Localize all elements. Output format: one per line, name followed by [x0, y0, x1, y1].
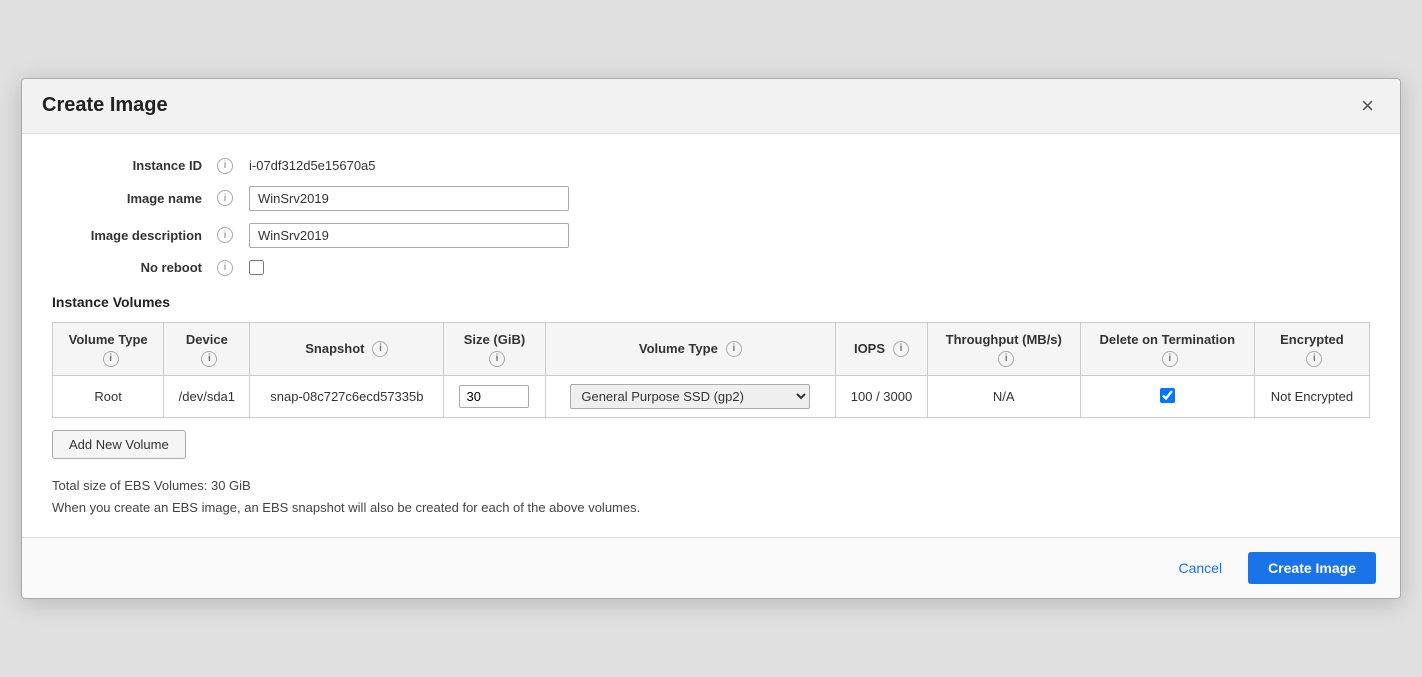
dialog-footer: Cancel Create Image — [22, 537, 1400, 598]
image-desc-input[interactable] — [249, 223, 569, 248]
th-device: Device i — [164, 322, 250, 375]
instance-id-value: i-07df312d5e15670a5 — [249, 158, 376, 173]
th-encrypted: Encrypted i — [1254, 322, 1369, 375]
th-delete-on-termination: Delete on Termination i — [1080, 322, 1254, 375]
no-reboot-row: No reboot i — [52, 260, 1370, 276]
no-reboot-label: No reboot — [52, 260, 212, 275]
cell-snapshot: snap-08c727c6ecd57335b — [250, 376, 444, 418]
volume-type-select[interactable]: General Purpose SSD (gp2)General Purpose… — [570, 384, 810, 409]
volumes-table: Volume Type i Device i Snapshot — [52, 322, 1370, 418]
no-reboot-info-icon: i — [217, 260, 233, 276]
cell-size[interactable] — [444, 376, 545, 418]
dialog-header: Create Image × — [22, 79, 1400, 134]
th-iops: IOPS i — [836, 322, 928, 375]
cell-device: /dev/sda1 — [164, 376, 250, 418]
size-input[interactable] — [459, 385, 529, 408]
th-device-icon: i — [201, 351, 217, 367]
th-delete-icon: i — [1162, 351, 1178, 367]
close-button[interactable]: × — [1355, 93, 1380, 119]
th-snapshot-icon: i — [372, 341, 388, 357]
create-image-dialog: Create Image × Instance ID i i-07df312d5… — [21, 78, 1401, 599]
image-name-info-icon: i — [217, 190, 233, 206]
image-desc-label: Image description — [52, 228, 212, 243]
add-new-volume-button[interactable]: Add New Volume — [52, 430, 186, 459]
image-desc-info-icon: i — [217, 227, 233, 243]
cell-iops: 100 / 3000 — [836, 376, 928, 418]
th-size: Size (GiB) i — [444, 322, 545, 375]
th-size-icon: i — [489, 351, 505, 367]
th-throughput-icon: i — [998, 351, 1014, 367]
no-reboot-checkbox[interactable] — [249, 260, 264, 275]
image-name-label: Image name — [52, 191, 212, 206]
dialog-body: Instance ID i i-07df312d5e15670a5 Image … — [22, 134, 1400, 537]
th-volume-type-col-icon: i — [726, 341, 742, 357]
instance-id-info-icon: i — [217, 158, 233, 174]
image-desc-row: Image description i — [52, 223, 1370, 248]
delete-on-termination-checkbox[interactable] — [1160, 388, 1175, 403]
image-name-input[interactable] — [249, 186, 569, 211]
th-volume-type-icon: i — [103, 351, 119, 367]
table-row: Root/dev/sda1snap-08c727c6ecd57335b Gener… — [53, 376, 1370, 418]
th-volume-type-col: Volume Type i — [545, 322, 836, 375]
th-volume-type: Volume Type i — [53, 322, 164, 375]
cell-volume-type: Root — [53, 376, 164, 418]
cell-volume-type-select[interactable]: General Purpose SSD (gp2)General Purpose… — [545, 376, 836, 418]
th-throughput: Throughput (MB/s) i — [927, 322, 1080, 375]
info-line1: Total size of EBS Volumes: 30 GiB — [52, 475, 1370, 497]
cell-delete-on-termination[interactable] — [1080, 376, 1254, 418]
create-image-button[interactable]: Create Image — [1248, 552, 1376, 584]
info-line2: When you create an EBS image, an EBS sna… — [52, 497, 1370, 519]
instance-id-row: Instance ID i i-07df312d5e15670a5 — [52, 158, 1370, 174]
info-text: Total size of EBS Volumes: 30 GiB When y… — [52, 475, 1370, 519]
cell-throughput: N/A — [927, 376, 1080, 418]
cell-encrypted: Not Encrypted — [1254, 376, 1369, 418]
instance-id-label: Instance ID — [52, 158, 212, 173]
dialog-title: Create Image — [42, 94, 168, 117]
th-encrypted-icon: i — [1306, 351, 1322, 367]
th-iops-icon: i — [893, 341, 909, 357]
volumes-section-title: Instance Volumes — [52, 294, 1370, 310]
image-name-row: Image name i — [52, 186, 1370, 211]
th-snapshot: Snapshot i — [250, 322, 444, 375]
form-section: Instance ID i i-07df312d5e15670a5 Image … — [52, 158, 1370, 276]
cancel-button[interactable]: Cancel — [1164, 553, 1236, 583]
